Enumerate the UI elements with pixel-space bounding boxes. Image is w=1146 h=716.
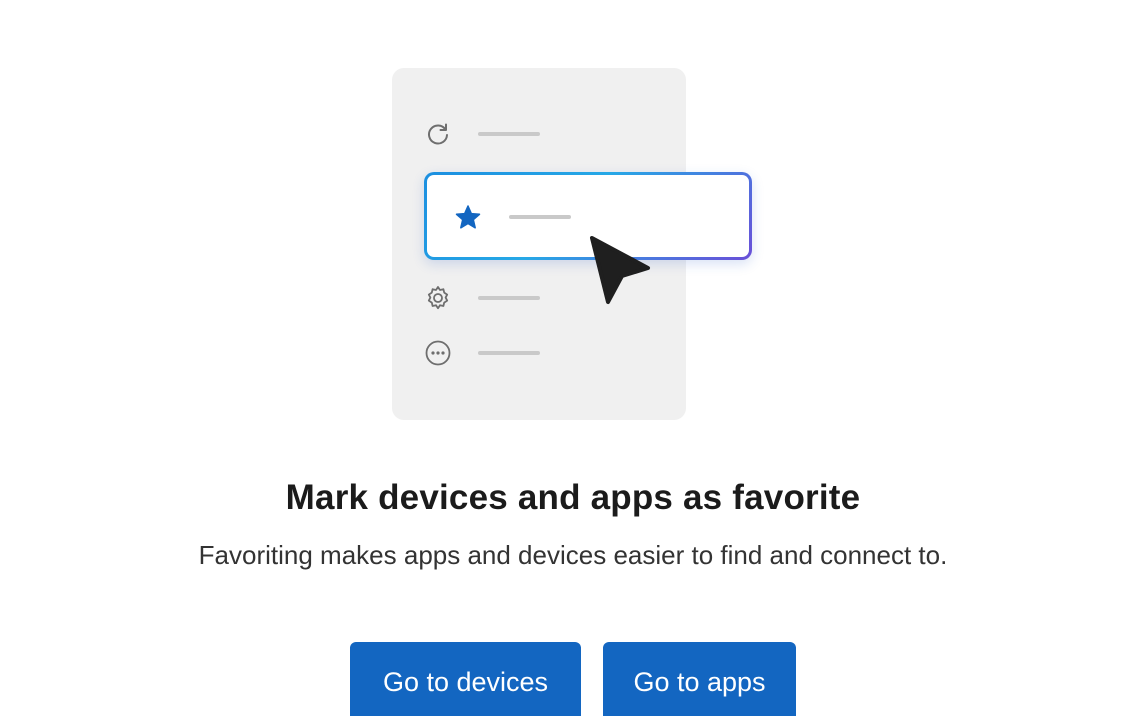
star-icon [455,205,481,229]
more-horizontal-icon [425,340,451,366]
placeholder-line [478,296,540,300]
placeholder-line [509,215,571,219]
go-to-devices-button[interactable]: Go to devices [350,642,581,716]
favorites-empty-state: Mark devices and apps as favorite Favori… [0,0,1146,716]
page-subtitle: Favoriting makes apps and devices easier… [198,540,948,570]
page-title: Mark devices and apps as favorite [285,478,861,517]
gear-icon [427,286,449,310]
placeholder-line [478,132,540,136]
illustration-row-refresh [392,118,686,150]
placeholder-line [478,351,540,355]
illustration-row-more [392,337,686,369]
go-to-apps-button[interactable]: Go to apps [603,642,796,716]
refresh-icon [428,123,448,145]
pointer-cursor-icon [590,236,650,304]
